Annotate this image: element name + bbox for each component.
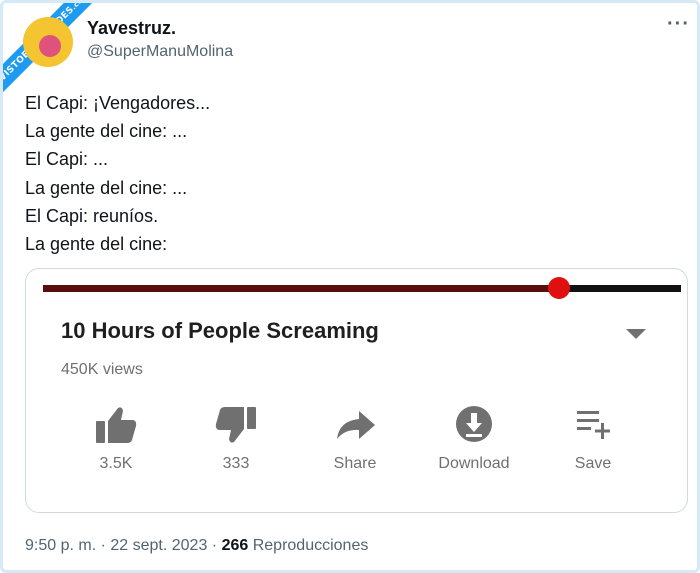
more-options-icon[interactable]: ··· [667, 13, 690, 36]
dislike-button[interactable]: 333 [181, 405, 291, 473]
share-arrow-icon [337, 411, 375, 439]
download-button[interactable]: Download [419, 405, 529, 473]
tweet-metadata: 9:50 p. m. · 22 sept. 2023 · 266 Reprodu… [25, 537, 368, 555]
embedded-video-screenshot[interactable]: 10 Hours of People Screaming 450K views … [25, 268, 688, 513]
like-count: 3.5K [99, 455, 133, 472]
chevron-down-icon[interactable] [626, 329, 646, 339]
save-label: Save [574, 455, 612, 472]
playlist-add-icon [577, 411, 610, 439]
tweet-line: El Capi: ¡Vengadores... [25, 93, 211, 113]
video-progress-bar[interactable] [43, 277, 681, 299]
avatar[interactable] [23, 17, 73, 67]
video-progress-knob[interactable] [547, 277, 570, 299]
dislike-count: 333 [222, 455, 250, 472]
separator: · [96, 537, 111, 554]
like-button[interactable]: 3.5K [61, 405, 171, 473]
thumbs-down-icon [215, 407, 256, 443]
video-title: 10 Hours of People Screaming [61, 318, 379, 343]
tweet-line: El Capi: ... [25, 149, 109, 170]
download-icon [456, 406, 492, 442]
share-button[interactable]: Share [300, 405, 410, 473]
video-views: 450K views [61, 361, 143, 378]
tweet-time[interactable]: 9:50 p. m. [25, 537, 96, 554]
separator: · [207, 537, 222, 554]
tweet-line: La gente del cine: ... [25, 121, 188, 142]
tweet-date[interactable]: 22 sept. 2023 [110, 537, 207, 554]
share-label: Share [333, 455, 377, 472]
tweet-text: El Capi: ¡Vengadores... La gente del cin… [25, 89, 210, 258]
views-count: 266 [221, 537, 249, 554]
author-handle[interactable]: @SuperManuMolina [87, 43, 233, 61]
download-label: Download [438, 455, 510, 472]
tweet-line: El Capi: reuníos. [25, 205, 159, 226]
video-progress-fill [43, 285, 559, 292]
tweet-card: VISTOENLASREDES.com Yavestruz. @SuperMan… [0, 0, 700, 573]
tweet-line: La gente del cine: ... [25, 177, 188, 198]
views-label: Reproducciones [248, 537, 369, 554]
tweet-line: La gente del cine: [25, 234, 168, 255]
thumbs-up-icon [96, 407, 137, 443]
author-display-name[interactable]: Yavestruz. [87, 18, 176, 39]
save-button[interactable]: Save [538, 405, 648, 473]
